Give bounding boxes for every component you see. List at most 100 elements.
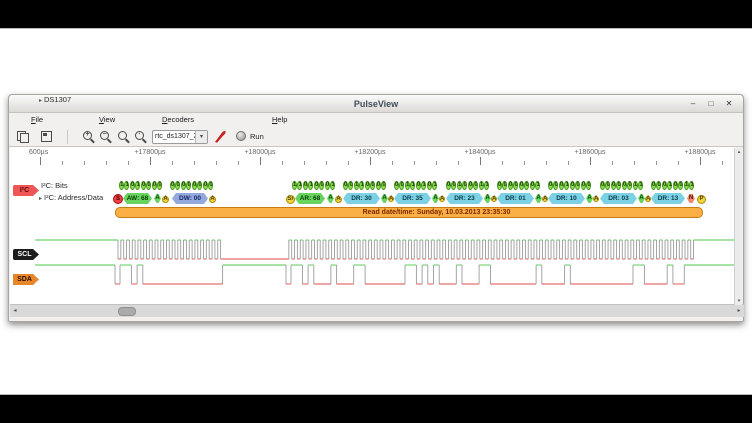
i2c-annotation-sr[interactable]: Sr — [286, 195, 295, 204]
zoom-one-to-one-button[interactable]: · — [133, 129, 149, 145]
i2c-bit-annotation: 0 — [473, 181, 478, 190]
ruler-label: +18800µs — [684, 149, 715, 156]
ruler-tick — [326, 161, 327, 165]
i2c-bit-annotation: 0 — [365, 181, 370, 190]
menu-item-file[interactable]: File — [28, 113, 46, 127]
i2c-bits-group[interactable]: 11010001 — [292, 181, 336, 190]
i2c-annotation-a[interactable]: A — [542, 196, 548, 202]
ds1307-datetime-annotation[interactable]: Read date/time: Sunday, 10.03.2013 23:35… — [115, 207, 703, 218]
horizontal-scrollbar-thumb[interactable] — [118, 307, 136, 316]
menubar: File View Decoders Help — [9, 113, 743, 127]
i2c-bits-group[interactable]: 00000000 — [170, 181, 214, 190]
i2c-annotation-dr01[interactable]: DR: 01 — [497, 193, 534, 204]
i2c-annotation-a[interactable]: A — [535, 194, 542, 203]
i2c-annotation-a[interactable]: A — [491, 196, 497, 202]
i2c-bit-annotation: 0 — [502, 181, 507, 190]
zoom-out-button[interactable]: − — [98, 129, 114, 145]
device-selector[interactable]: rtc_ds1307_2 ▾ — [152, 130, 208, 144]
i2c-bit-annotation: 0 — [656, 181, 661, 190]
i2c-bits-group[interactable]: 00000001 — [497, 181, 541, 190]
ruler-tick — [106, 161, 107, 165]
i2c-annotation-a[interactable]: A — [209, 196, 216, 203]
new-view-button[interactable] — [39, 129, 55, 145]
i2c-bit-annotation: 1 — [421, 181, 426, 190]
maximize-button[interactable]: □ — [705, 98, 717, 110]
scroll-right-icon[interactable]: ▸ — [734, 305, 744, 318]
i2c-bits-group[interactable]: 00110000 — [343, 181, 387, 190]
time-ruler[interactable]: 600µs+17800µs+18000µs+18200µs+18400µs+18… — [10, 147, 736, 166]
i2c-bits-group[interactable]: 00110101 — [394, 181, 438, 190]
i2c-annotation-dr10[interactable]: DR: 10 — [548, 193, 585, 204]
i2c-bit-annotation: 0 — [370, 181, 375, 190]
documents-icon — [17, 131, 29, 143]
i2c-annotation-dr35[interactable]: DR: 35 — [394, 193, 431, 204]
horizontal-scrollbar[interactable]: ◂ ▸ — [10, 304, 744, 317]
pulseview-window: PulseView – □ ✕ File View Decoders Help + −… — [8, 94, 744, 322]
i2c-annotation-a[interactable]: A — [645, 196, 651, 202]
titlebar[interactable]: PulseView – □ ✕ — [9, 95, 743, 113]
i2c-bit-annotation: 0 — [616, 181, 621, 190]
i2c-bit-annotation: 0 — [575, 181, 580, 190]
expand-arrow-icon: ▸ — [39, 98, 42, 104]
row-label-ds1307[interactable]: ▸DS1307 — [39, 95, 71, 105]
i2c-annotation-a[interactable]: A — [388, 196, 394, 202]
i2c-annotation-a[interactable]: A — [154, 194, 161, 203]
i2c-annotation-dr03[interactable]: DR: 03 — [600, 193, 637, 204]
minimize-button[interactable]: – — [687, 98, 699, 110]
i2c-bit-annotation: 1 — [405, 181, 410, 190]
scroll-left-icon[interactable]: ◂ — [10, 305, 20, 318]
i2c-annotation-dw00[interactable]: DW: 00 — [172, 193, 208, 204]
i2c-bits-group[interactable]: 00010011 — [651, 181, 695, 190]
i2c-bit-annotation: 0 — [376, 181, 381, 190]
ruler-tick — [150, 157, 151, 165]
i2c-bit-annotation: 0 — [175, 181, 180, 190]
menu-item-help[interactable]: Help — [269, 113, 290, 127]
i2c-annotation-a[interactable]: A — [638, 194, 645, 203]
i2c-annotation-p[interactable]: P — [697, 195, 706, 204]
i2c-annotation-a[interactable]: A — [381, 194, 388, 203]
i2c-bit-annotation: 0 — [462, 181, 467, 190]
i2c-bit-annotation: 0 — [570, 181, 575, 190]
i2c-bit-annotation: 1 — [330, 181, 335, 190]
menu-item-decoders[interactable]: Decoders — [159, 113, 197, 127]
i2c-annotation-a[interactable]: A — [586, 194, 593, 203]
zoom-fit-button[interactable] — [116, 129, 132, 145]
i2c-annotation-a[interactable]: A — [335, 196, 342, 203]
vertical-scrollbar[interactable]: ▴ ▾ — [734, 148, 742, 305]
i2c-annotation-dr23[interactable]: DR: 23 — [446, 193, 483, 204]
menu-item-view[interactable]: View — [96, 113, 118, 127]
i2c-bit-annotation: 1 — [484, 181, 489, 190]
i2c-bit-annotation: 0 — [325, 181, 330, 190]
i2c-bit-annotation: 0 — [497, 181, 502, 190]
i2c-bits-group[interactable]: 00010000 — [548, 181, 592, 190]
new-session-button[interactable] — [15, 129, 31, 145]
i2c-bits-group[interactable]: 00000011 — [600, 181, 644, 190]
zoom-in-button[interactable]: + — [81, 129, 97, 145]
i2c-annotation-a[interactable]: A — [327, 194, 334, 203]
i2c-annotation-s[interactable]: S — [113, 194, 123, 204]
i2c-bit-annotation: 1 — [638, 181, 643, 190]
i2c-annotation-a[interactable]: A — [432, 194, 439, 203]
i2c-bit-annotation: 0 — [141, 181, 146, 190]
i2c-annotation-ar68[interactable]: AR: 68 — [295, 193, 325, 204]
i2c-bit-annotation: 0 — [524, 181, 529, 190]
i2c-annotation-n[interactable]: N — [687, 194, 695, 203]
scroll-down-icon[interactable]: ▾ — [735, 298, 743, 304]
waveform-canvas — [35, 235, 743, 287]
i2c-annotation-dr30[interactable]: DR: 30 — [343, 193, 380, 204]
i2c-annotation-a[interactable]: A — [484, 194, 491, 203]
i2c-address-data-row: SAW: 68AADW: 00ASrAR: 68AADR: 30AADR: 35… — [9, 193, 737, 205]
i2c-annotation-a[interactable]: A — [162, 196, 169, 203]
i2c-annotation-a[interactable]: A — [439, 196, 445, 202]
scroll-up-icon[interactable]: ▴ — [735, 149, 743, 155]
i2c-bit-annotation: 0 — [673, 181, 678, 190]
i2c-annotation-a[interactable]: A — [593, 196, 599, 202]
i2c-bits-group[interactable]: 11010000 — [119, 181, 163, 190]
close-button[interactable]: ✕ — [723, 98, 735, 110]
i2c-annotation-dr13[interactable]: DR: 13 — [651, 193, 685, 204]
configure-channels-button[interactable] — [213, 129, 229, 145]
i2c-bits-group[interactable]: 00100011 — [446, 181, 490, 190]
run-button[interactable]: Run — [236, 129, 264, 145]
i2c-annotation-aw68[interactable]: AW: 68 — [123, 193, 152, 204]
ruler-label: +18000µs — [244, 149, 275, 156]
